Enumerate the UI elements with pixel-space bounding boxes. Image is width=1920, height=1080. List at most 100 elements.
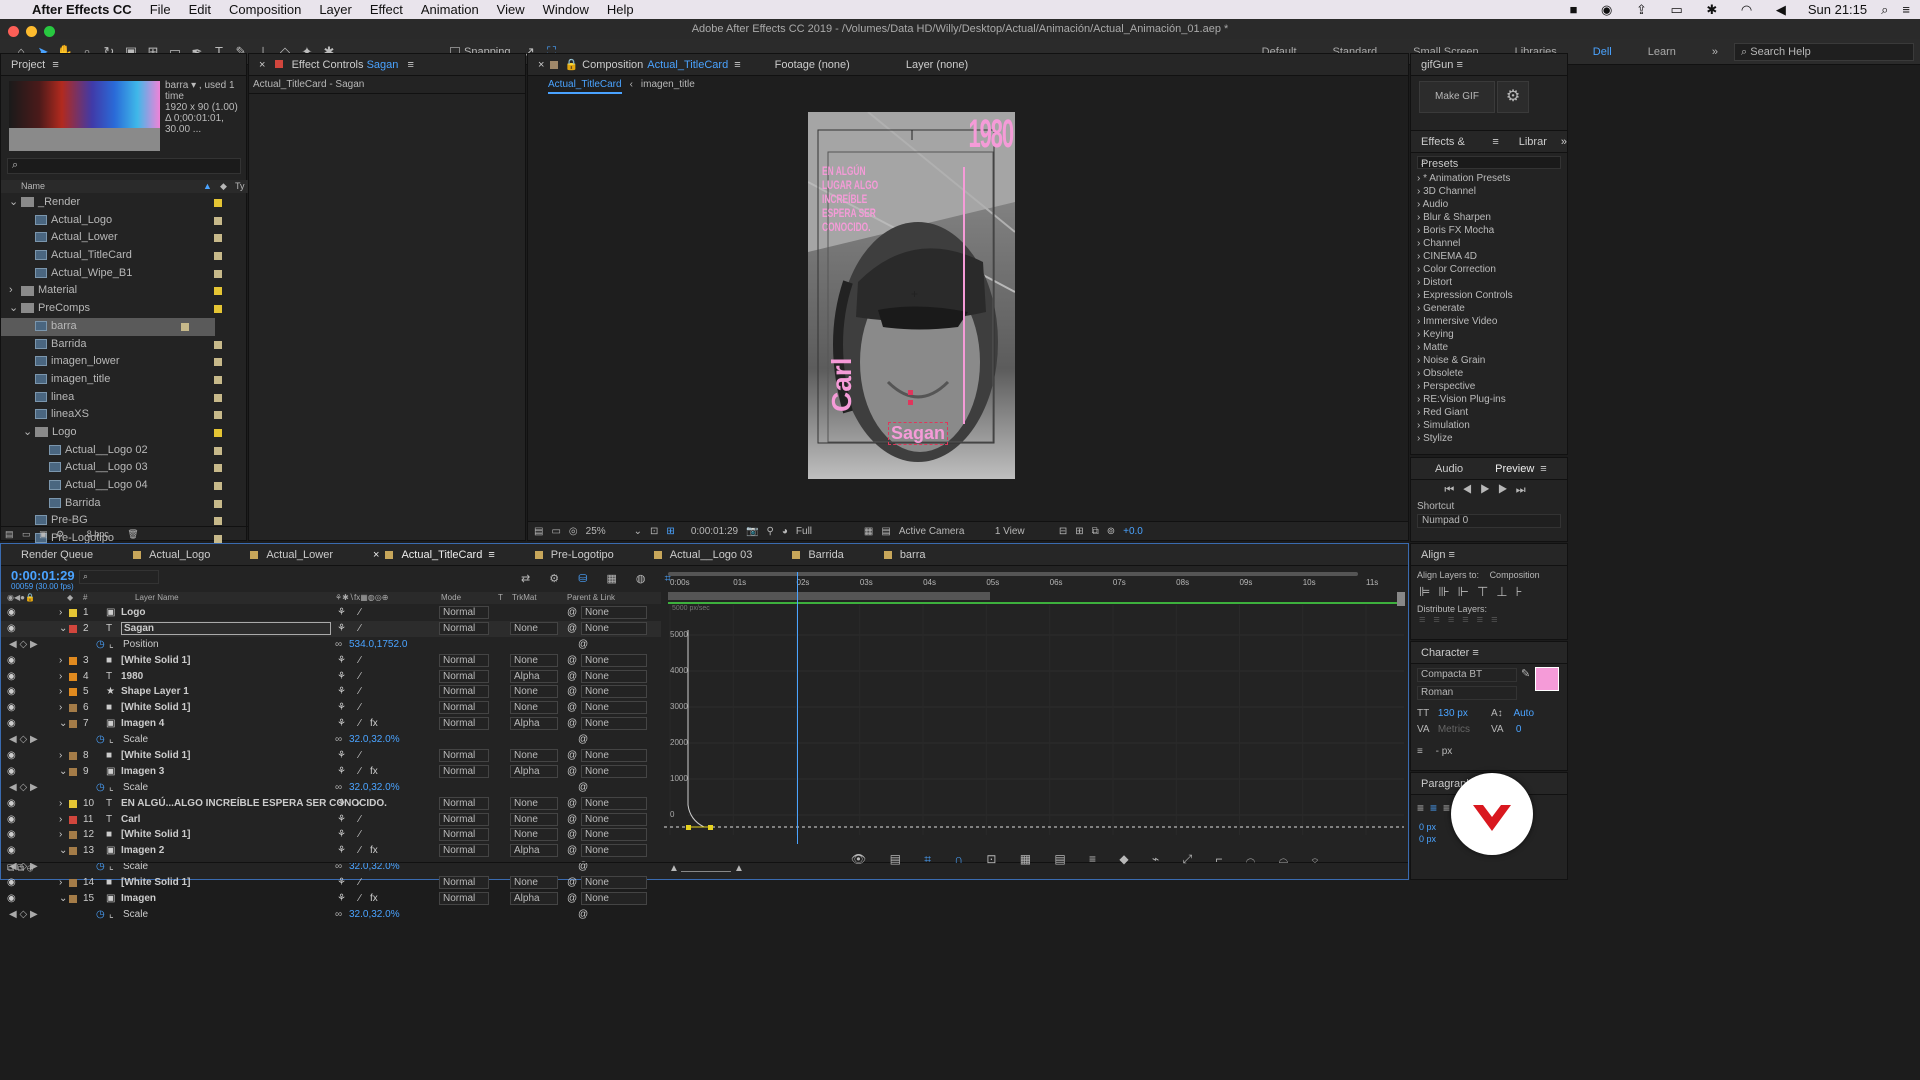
layer-name[interactable]: Shape Layer 1 [121, 684, 189, 700]
quality-switch-icon[interactable]: ∕ [359, 812, 361, 828]
project-item[interactable]: Barrida [1, 336, 248, 354]
shy-switch-icon[interactable]: ⚘ [337, 653, 346, 669]
layer-label-color[interactable] [69, 720, 77, 729]
twirl-icon[interactable]: › [59, 748, 62, 764]
parent-dropdown[interactable]: None [581, 685, 647, 699]
keyframe-nav-icon[interactable]: ◀ ◇ ▶ [9, 637, 38, 653]
trkmat-dropdown[interactable]: Alpha [510, 669, 558, 683]
project-folder[interactable]: ⌄ _Render [1, 194, 248, 212]
keyframe-nav-icon[interactable]: ◀ ◇ ▶ [9, 907, 38, 923]
stopwatch-icon[interactable]: ◷ [96, 780, 105, 796]
zoom-out-icon[interactable]: ▲ [669, 863, 679, 874]
layer-name[interactable]: Imagen 2 [121, 843, 164, 859]
layer-label-color[interactable] [69, 767, 77, 776]
eye-icon[interactable]: ◉ [7, 605, 16, 621]
pickwhip-icon[interactable]: @ [567, 700, 577, 716]
parent-dropdown[interactable]: None [581, 669, 647, 683]
pickwhip-icon[interactable]: @ [567, 653, 577, 669]
twirl-icon[interactable]: › [59, 669, 62, 685]
menu-file[interactable]: File [150, 2, 171, 17]
shy-switch-icon[interactable]: ⚘ [337, 827, 346, 843]
timeline-layer-row[interactable]: ◉ › 11 T Carl ⚘ ∕ Normal None @ None [1, 812, 661, 828]
project-item[interactable]: Actual__Logo 04 [1, 477, 248, 495]
timeline-tab[interactable]: × Actual_TitleCard ≡ [373, 544, 495, 565]
eyedropper-icon[interactable]: ✎ [1521, 667, 1530, 680]
effect-category[interactable]: › Immersive Video [1417, 315, 1567, 328]
col-trkmat[interactable]: TrkMat [512, 592, 537, 604]
timeline-icon[interactable]: ⊞ [1075, 526, 1083, 537]
fit-icon[interactable]: ⊡ [650, 526, 658, 537]
layer-name[interactable]: [White Solid 1] [121, 700, 190, 716]
quality-switch-icon[interactable]: ∕ [359, 843, 361, 859]
pickwhip-icon[interactable]: @ [567, 748, 577, 764]
graph-scroll-handle[interactable] [1397, 592, 1405, 606]
quality-switch-icon[interactable]: ∕ [359, 605, 361, 621]
label-color-swatch[interactable] [214, 464, 222, 473]
quality-switch-icon[interactable]: ∕ [359, 796, 361, 812]
label-color-swatch[interactable] [214, 393, 222, 402]
link-icon[interactable]: ∞ [335, 907, 342, 923]
layer-label-color[interactable] [69, 815, 77, 824]
effect-category[interactable]: › Blur & Sharpen [1417, 211, 1567, 224]
label-color-swatch[interactable] [214, 482, 222, 490]
twirl-icon[interactable]: › [59, 796, 62, 812]
last-frame-icon[interactable]: ⏭ [1516, 484, 1534, 496]
pickwhip-icon[interactable]: @ [567, 669, 577, 685]
timeline-layer-row[interactable]: ◉ ⌄ 13 ▣ Imagen 2 ⚘ ∕ fx Normal Alpha @ None [1, 843, 661, 859]
blend-mode-dropdown[interactable]: Normal [439, 685, 489, 699]
quality-switch-icon[interactable]: ∕ [359, 669, 361, 685]
work-area-bar[interactable] [668, 592, 990, 600]
trkmat-dropdown[interactable]: Alpha [510, 764, 558, 778]
monitor-icon[interactable]: ▭ [551, 526, 560, 537]
shy-switch-icon[interactable]: ⚘ [337, 669, 346, 685]
parent-dropdown[interactable]: None [581, 764, 647, 778]
zoom-button[interactable] [44, 26, 56, 37]
layer-label-color[interactable] [69, 688, 77, 697]
menu-app-name[interactable]: After Effects CC [32, 2, 132, 17]
graph-editor[interactable]: 5000 4000 3000 2000 1000 0 5000 px/sec [664, 605, 1404, 835]
trkmat-dropdown[interactable]: None [510, 828, 558, 842]
timeline-current-time[interactable]: 0:00:01:29 [11, 568, 75, 583]
quality-switch-icon[interactable]: ∕ [359, 827, 361, 843]
eye-icon[interactable]: ◉ [7, 764, 16, 780]
disclosure-open-icon[interactable]: ⌄ [23, 424, 35, 442]
twirl-icon[interactable]: ⌄ [59, 764, 67, 780]
shy-switch-icon[interactable]: ⚘ [337, 796, 346, 812]
effect-category[interactable]: › Distort [1417, 276, 1567, 289]
effect-category[interactable]: › Stylize [1417, 432, 1567, 445]
play-icon[interactable]: ▶ [1480, 484, 1498, 496]
workspace-learn[interactable]: Learn [1648, 46, 1676, 58]
close-icon[interactable]: × [373, 544, 379, 566]
timeline-layer-row[interactable]: ◉ ⌄ 2 T Sagan ⚘ ∕ Normal None @ None [1, 620, 661, 637]
layer-name[interactable]: [White Solid 1] [121, 827, 190, 843]
zoom-dropdown[interactable]: 25% [586, 526, 626, 537]
blend-mode-dropdown[interactable]: Normal [439, 653, 489, 667]
quality-switch-icon[interactable]: ∕ [359, 748, 361, 764]
parent-dropdown[interactable]: None [581, 844, 647, 858]
timeline-tab[interactable]: Actual_Logo [133, 544, 210, 565]
align-to-dropdown[interactable]: Composition [1490, 570, 1540, 580]
pickwhip-icon[interactable]: @ [567, 684, 577, 700]
label-column-icon[interactable]: ◆ [220, 180, 227, 193]
col-parent[interactable]: Parent & Link [567, 592, 615, 604]
trkmat-dropdown[interactable]: None [510, 796, 558, 810]
audio-tab[interactable]: Audio [1435, 458, 1463, 479]
layer-name[interactable]: EN ALGÚ...ALGO INCREÍBLE ESPERA SER CONO… [121, 796, 387, 812]
project-item[interactable]: linea [1, 389, 248, 407]
panel-menu-icon[interactable]: ≡ [734, 54, 740, 75]
gifgun-tab[interactable]: gifGun ≡ [1411, 54, 1567, 76]
timeline-layer-row[interactable]: ◉ › 5 ★ Shape Layer 1 ⚘ ∕ Normal None @ None [1, 684, 661, 700]
trkmat-dropdown[interactable]: None [510, 749, 558, 763]
menu-window[interactable]: Window [543, 2, 589, 17]
menu-animation[interactable]: Animation [421, 2, 479, 17]
timeline-layer-row[interactable]: ◉ › 1 ▣ Logo ⚘ ∕ Normal @ None [1, 605, 661, 621]
trkmat-dropdown[interactable]: None [510, 621, 558, 635]
twirl-icon[interactable]: › [59, 812, 62, 828]
project-item[interactable]: Actual__Logo 03 [1, 459, 248, 477]
resolution-dropdown[interactable]: Full [796, 526, 856, 537]
parent-dropdown[interactable]: None [581, 828, 647, 842]
project-item[interactable]: Actual_TitleCard [1, 247, 248, 265]
align-buttons[interactable]: ⊫⊪⊩⊤⊥⊦ [1411, 584, 1567, 600]
effect-category[interactable]: › RE:Vision Plug-ins [1417, 393, 1567, 406]
snapshot-icon[interactable]: 📷 [746, 526, 758, 537]
